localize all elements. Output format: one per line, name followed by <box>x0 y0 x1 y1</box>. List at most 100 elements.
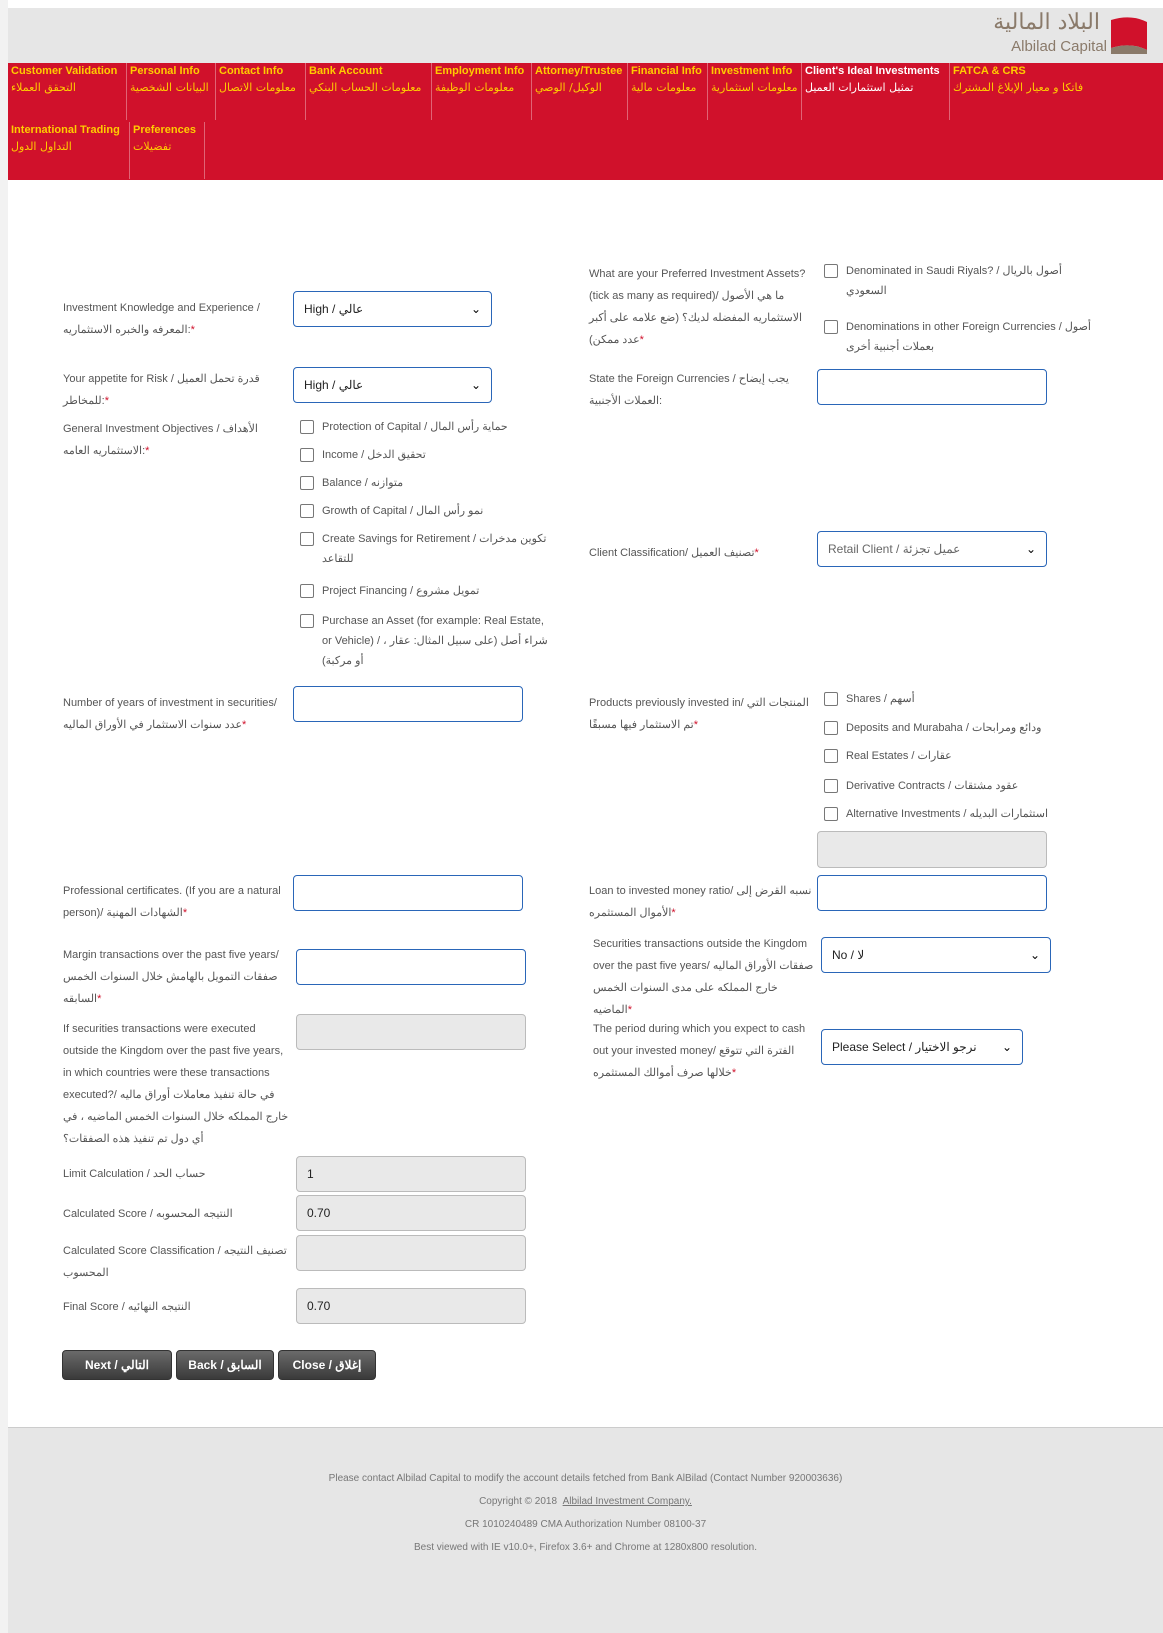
back-button[interactable]: Back / السابق <box>176 1350 274 1380</box>
loan-ratio-label: Loan to invested money ratio/ نسبه القرض… <box>589 885 812 919</box>
outside-kingdom-label: Securities transactions outside the King… <box>593 938 814 1016</box>
tab-investment-info[interactable]: Investment Info معلومات استثمارية <box>708 63 802 120</box>
close-button[interactable]: Close / إغلاق <box>278 1350 376 1380</box>
asset-checkbox[interactable]: Denominated in Saudi Riyals? / أصول بالر… <box>824 261 1094 301</box>
tab-label-ar: فاتكا و معيار الإبلاغ المشترك <box>953 81 1084 94</box>
tab-label-ar: معلومات مالية <box>631 81 697 94</box>
tab-personal-info[interactable]: Personal Info البيانات الشخصية <box>127 63 216 120</box>
tab-label-ar: البيانات الشخصية <box>130 81 209 94</box>
objective-checkbox[interactable]: Balance / متوازنه <box>300 473 550 493</box>
score-class-label: Calculated Score Classification / تصنيف … <box>63 1245 287 1279</box>
tab-label-ar: التحقق العملاء <box>11 81 76 94</box>
score-input[interactable]: 0.70 <box>296 1195 526 1231</box>
years-input[interactable] <box>293 686 523 722</box>
tab-label-en: Customer Validation <box>11 65 118 77</box>
margin-input[interactable] <box>296 949 526 985</box>
objective-checkbox[interactable]: Create Savings for Retirement / تكوين مد… <box>300 529 550 569</box>
logo-english: Albilad Capital <box>1011 38 1107 55</box>
objective-checkbox[interactable]: Income / تحقيق الدخل <box>300 445 550 465</box>
footer-contact: Please contact Albilad Capital to modify… <box>328 1473 843 1484</box>
score-class-input[interactable] <box>296 1235 526 1271</box>
risk-label: Your appetite for Risk / قدرة تحمل العمي… <box>63 373 260 407</box>
final-input[interactable]: 0.70 <box>296 1288 526 1324</box>
chevron-down-icon: ⌄ <box>1025 542 1036 556</box>
certificates-label: Professional certificates. (If you are a… <box>63 885 281 919</box>
knowledge-select[interactable]: High / عالي ⌄ <box>293 291 492 327</box>
cash-out-label: The period during which you expect to ca… <box>593 1023 806 1079</box>
tab-customer-validation[interactable]: Customer Validation التحقق العملاء <box>8 63 127 120</box>
product-checkbox[interactable]: Deposits and Murabaha / ودائع ومرابحات <box>824 718 1094 738</box>
tab-label-ar: التداول الدول <box>11 140 72 153</box>
tab-label-ar: الوكيل/ الوصي <box>535 81 602 94</box>
tab-attorney-trustee[interactable]: Attorney/Trustee الوكيل/ الوصي <box>532 63 628 120</box>
foreign-currencies-label: State the Foreign Currencies / يجب إيضاح… <box>589 373 789 407</box>
footer-copyright: Copyright © 2018 Albilad Investment Comp… <box>479 1496 692 1507</box>
preferred-assets-label: What are your Preferred Investment Asset… <box>589 268 806 346</box>
tab-bank-account[interactable]: Bank Account معلومات الحساب البنكي <box>306 63 432 120</box>
loan-ratio-input[interactable] <box>817 875 1047 911</box>
asset-checkbox[interactable]: Denominations in other Foreign Currencie… <box>824 317 1094 357</box>
chevron-down-icon: ⌄ <box>1029 948 1040 962</box>
chevron-down-icon: ⌄ <box>470 302 481 316</box>
tab-label-ar: تفضيلات <box>133 140 172 153</box>
tab-label-en: Preferences <box>133 124 196 136</box>
page: البلاد المالية Albilad Capital Customer … <box>8 0 1163 1633</box>
tab-international-trading[interactable]: International Trading التداول الدول <box>8 122 130 179</box>
certificates-input[interactable] <box>293 875 523 911</box>
tab-label-ar: معلومات استثمارية <box>711 81 798 94</box>
wizard-nav: Customer Validation التحقق العملاء Perso… <box>8 63 1163 180</box>
outside-kingdom-select[interactable]: No / لا ⌄ <box>821 937 1051 973</box>
header: البلاد المالية Albilad Capital <box>8 8 1163 63</box>
company-link[interactable]: Albilad Investment Company. <box>563 1496 692 1507</box>
tab-label-en: Contact Info <box>219 65 284 77</box>
tab-label-en: Attorney/Trustee <box>535 65 623 77</box>
objective-checkbox[interactable]: Project Financing / تمويل مشروع <box>300 581 550 601</box>
product-checkbox[interactable]: Derivative Contracts / عقود مشتقات <box>824 776 1094 796</box>
tab-label-ar: معلومات الاتصال <box>219 81 296 94</box>
tab-financial-info[interactable]: Financial Info معلومات مالية <box>628 63 708 120</box>
next-button[interactable]: Next / التالي <box>62 1350 172 1380</box>
tab-label-en: International Trading <box>11 124 120 136</box>
albilad-logo[interactable]: البلاد المالية Albilad Capital <box>985 8 1155 58</box>
product-checkbox[interactable]: Shares / أسهم <box>824 689 1094 709</box>
objective-checkbox[interactable]: Protection of Capital / حماية رأس المال <box>300 417 550 437</box>
chevron-down-icon: ⌄ <box>1001 1040 1012 1054</box>
margin-label: Margin transactions over the past five y… <box>63 949 279 1005</box>
tab-label-ar: معلومات الحساب البنكي <box>309 81 422 94</box>
foreign-currencies-input[interactable] <box>817 369 1047 405</box>
objectives-label: General Investment Objectives / الأهداف … <box>63 423 258 457</box>
tab-preferences[interactable]: Preferences تفضيلات <box>130 122 205 179</box>
tab-label-en: Client's Ideal Investments <box>805 65 940 77</box>
countries-label: If securities transactions were executed… <box>63 1023 289 1145</box>
tab-fatca-crs[interactable]: FATCA & CRS فاتكا و معيار الإبلاغ المشتر… <box>950 63 1110 120</box>
tab-label-en: Investment Info <box>711 65 793 77</box>
logo-arabic: البلاد المالية <box>993 10 1100 35</box>
product-checkbox[interactable]: Alternative Investments / استثمارات البد… <box>824 804 1094 824</box>
tab-contact-info[interactable]: Contact Info معلومات الاتصال <box>216 63 306 120</box>
score-label: Calculated Score / النتيجه المحسوبه <box>63 1208 233 1220</box>
tab-label-ar: معلومات الوظيفة <box>435 81 515 94</box>
knowledge-label: Investment Knowledge and Experience / ال… <box>63 302 260 336</box>
final-label: Final Score / النتيجه النهائيه <box>63 1301 191 1313</box>
cash-out-select[interactable]: Please Select / نرجو الاختيار ⌄ <box>821 1029 1023 1065</box>
risk-select[interactable]: High / عالي ⌄ <box>293 367 492 403</box>
objective-checkbox[interactable]: Growth of Capital / نمو رأس المال <box>300 501 550 521</box>
countries-input[interactable] <box>296 1014 526 1050</box>
tab-label-en: Employment Info <box>435 65 525 77</box>
client-class-label: Client Classification/ تصنيف العميل* <box>589 547 759 559</box>
limit-input[interactable]: 1 <box>296 1156 526 1192</box>
objective-checkbox[interactable]: Purchase an Asset (for example: Real Est… <box>300 611 550 671</box>
tab-employment-info[interactable]: Employment Info معلومات الوظيفة <box>432 63 532 120</box>
years-label: Number of years of investment in securit… <box>63 697 277 731</box>
chevron-down-icon: ⌄ <box>470 378 481 392</box>
products-label: Products previously invested in/ المنتجا… <box>589 697 809 731</box>
footer-cr: CR 1010240489 CMA Authorization Number 0… <box>464 1519 707 1530</box>
tab-label-en: Bank Account <box>309 65 383 77</box>
client-class-select[interactable]: Retail Client / عميل تجزئة ⌄ <box>817 531 1047 567</box>
tab-label-en: Financial Info <box>631 65 702 77</box>
logo-mark-icon <box>1111 17 1147 54</box>
product-checkbox[interactable]: Real Estates / عقارات <box>824 746 1094 766</box>
tab-label-ar: تمثيل استثمارات العميل <box>805 81 914 94</box>
products-other-input[interactable] <box>817 831 1047 868</box>
tab-clients-ideal-investments[interactable]: Client's Ideal Investments تمثيل استثمار… <box>802 63 950 120</box>
